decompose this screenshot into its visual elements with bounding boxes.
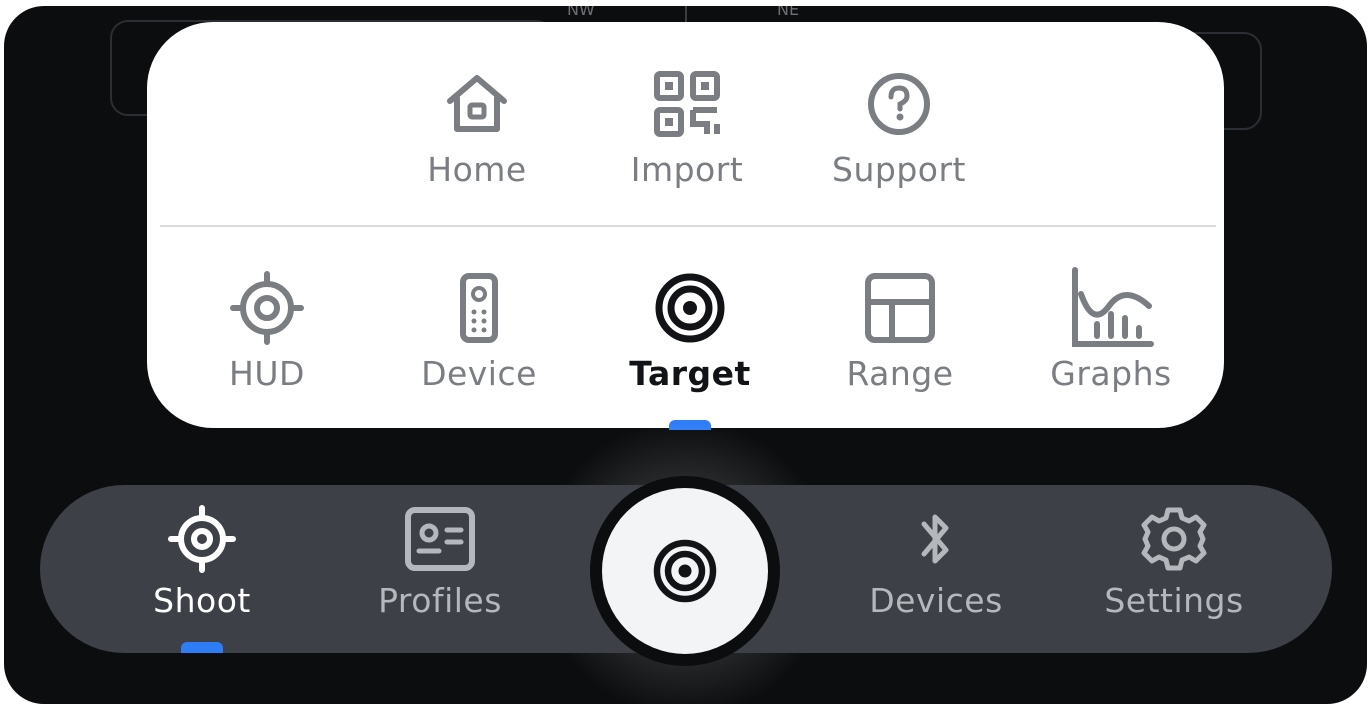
menu-item-support-label: Support: [832, 150, 966, 189]
remote-device-icon: [454, 268, 504, 348]
popup-menu: Home Import Support HUD Device Target Ra…: [147, 22, 1224, 430]
tab-profiles[interactable]: Profiles: [330, 503, 550, 620]
bluetooth-icon: [916, 503, 956, 575]
menu-item-hud[interactable]: HUD: [167, 268, 367, 393]
menu-item-range[interactable]: Range: [800, 268, 1000, 393]
menu-item-range-label: Range: [846, 354, 954, 393]
menu-item-graphs[interactable]: Graphs: [1011, 267, 1211, 393]
menu-item-device[interactable]: Device: [379, 268, 579, 393]
menu-item-import-label: Import: [630, 150, 744, 189]
tab-shoot[interactable]: Shoot: [92, 503, 312, 620]
menu-item-target[interactable]: Target: [590, 268, 790, 393]
menu-item-target-label: Target: [629, 354, 751, 393]
menu-item-graphs-label: Graphs: [1050, 354, 1172, 393]
tab-shoot-label: Shoot: [153, 581, 251, 620]
menu-item-home[interactable]: Home: [377, 64, 577, 189]
menu-item-support[interactable]: Support: [799, 64, 999, 189]
app-frame: NW NE Home Import Support HUD Device Tar…: [4, 6, 1367, 704]
gear-icon: [1139, 503, 1209, 575]
profile-card-icon: [403, 503, 477, 575]
target-icon: [650, 268, 730, 348]
target-icon: [649, 535, 721, 607]
tab-settings[interactable]: Settings: [1064, 503, 1284, 620]
tab-profiles-label: Profiles: [378, 581, 502, 620]
crosshair-icon: [227, 268, 307, 348]
chart-icon: [1067, 267, 1155, 348]
menu-item-import[interactable]: Import: [587, 64, 787, 189]
crosshair-icon: [167, 503, 237, 575]
menu-item-hud-label: HUD: [229, 354, 305, 393]
help-circle-icon: [864, 64, 934, 144]
menu-item-device-label: Device: [421, 354, 537, 393]
tab-devices[interactable]: Devices: [826, 503, 1046, 620]
menu-item-home-label: Home: [427, 150, 527, 189]
compass-center-line: [685, 6, 687, 22]
compass-label-nw: NW: [567, 6, 595, 19]
compass-label-ne: NE: [777, 6, 800, 19]
active-tab-indicator: [181, 642, 223, 653]
menu-divider: [160, 225, 1216, 227]
qr-code-icon: [651, 64, 723, 144]
tab-devices-label: Devices: [869, 581, 1003, 620]
center-target-button[interactable]: [602, 488, 768, 654]
tab-settings-label: Settings: [1104, 581, 1244, 620]
home-icon: [442, 64, 512, 144]
grid-icon: [860, 268, 940, 348]
